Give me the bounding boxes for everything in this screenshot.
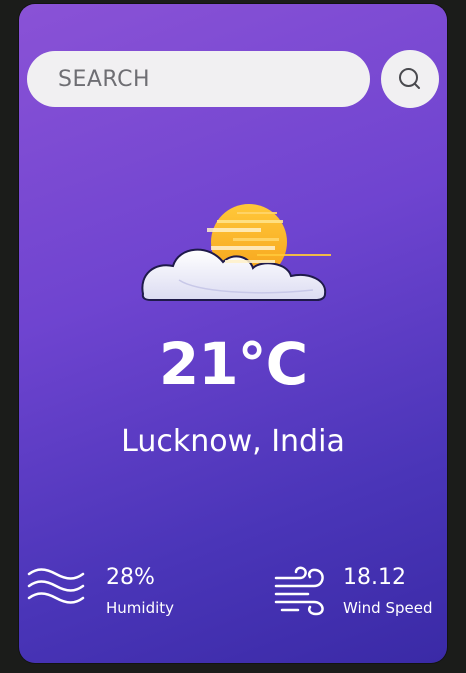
search-button[interactable] <box>381 50 439 108</box>
search-bar <box>27 50 439 109</box>
search-input[interactable] <box>27 51 370 107</box>
wind-label: Wind Speed <box>343 599 433 617</box>
weather-card: 21°C Lucknow, India 28% Humidity 18.12 W… <box>19 4 447 663</box>
search-icon <box>397 66 423 92</box>
humidity-label: Humidity <box>106 599 175 617</box>
wind-value: 18.12 <box>343 565 406 590</box>
wind-icon <box>274 566 330 620</box>
humidity-value: 28% <box>106 565 155 590</box>
partly-cloudy-icon <box>137 200 339 306</box>
temperature: 21°C <box>158 330 308 398</box>
humidity-waves-icon <box>27 566 85 610</box>
city-name: Lucknow, India <box>121 424 345 459</box>
